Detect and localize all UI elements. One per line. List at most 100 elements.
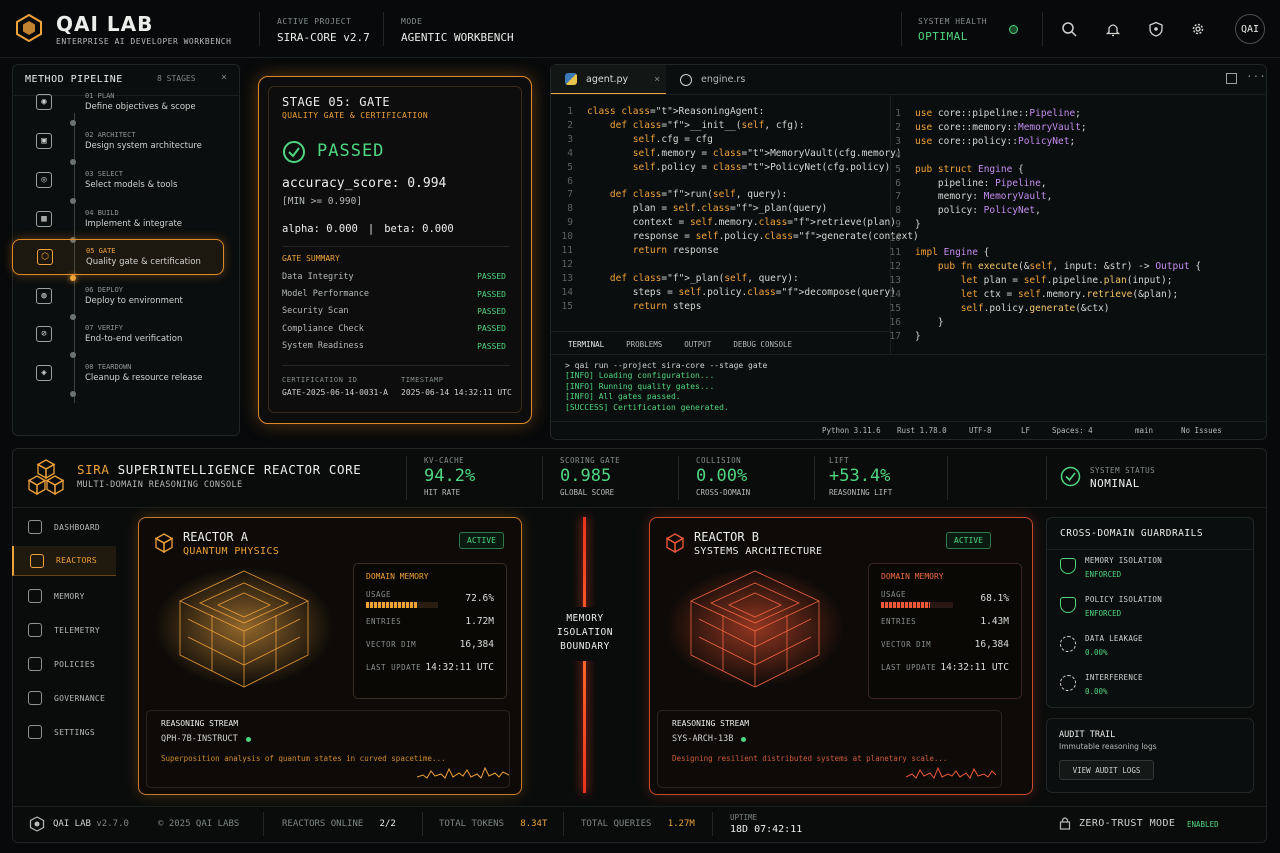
timeline-dot (70, 391, 76, 397)
mode-value[interactable]: AGENTIC WORKBENCH (401, 31, 514, 44)
status-item[interactable]: Rust 1.78.0 (897, 426, 947, 435)
split-editor-icon[interactable] (1226, 73, 1237, 84)
terminal-output[interactable]: > qai run --project sira-core --stage ga… (565, 361, 767, 413)
pipeline-stage-3[interactable]: ◎ 03 SELECT Select models & tools (12, 162, 224, 198)
reactor-a-status-badge: ACTIVE (459, 532, 504, 549)
status-item[interactable]: No Issues (1181, 426, 1222, 435)
usage-value: 72.6% (465, 593, 494, 604)
tab-label: agent.py (586, 73, 629, 85)
search-icon[interactable] (1061, 21, 1077, 37)
code-line: 2 def class="f">__init__(self, cfg): (567, 119, 805, 131)
guardrail-value: ENFORCED (1085, 570, 1122, 579)
memory-icon (28, 589, 42, 603)
bell-icon[interactable] (1105, 21, 1121, 37)
close-icon[interactable]: × (221, 72, 227, 83)
stream-title: REASONING STREAM (672, 719, 750, 728)
stream-title: REASONING STREAM (161, 719, 239, 728)
guardrail-name: DATA LEAKAGE (1085, 634, 1143, 643)
status-item[interactable]: Python 3.11.6 (822, 426, 881, 435)
governance-icon (28, 691, 42, 705)
terminal-tab[interactable]: TERMINAL (568, 340, 604, 349)
nav-item-reactors[interactable]: REACTORS (12, 546, 116, 576)
lock-icon (1059, 816, 1071, 830)
code-line: 6 pipeline: Pipeline, (895, 177, 1047, 189)
close-icon[interactable]: × (654, 74, 660, 85)
status-item[interactable]: LF (1021, 426, 1030, 435)
telemetry-icon (28, 623, 42, 637)
system-status-label: SYSTEM STATUS (1090, 466, 1156, 475)
code-line: 12 pub fn execute(&self, input: &str) ->… (889, 260, 1202, 272)
code-line: 10 (889, 233, 901, 245)
code-line: 7 def class="f">run(self, query): (567, 189, 788, 201)
blocked-icon (1060, 675, 1076, 691)
metric-label: LIFT (829, 456, 850, 465)
more-icon[interactable]: ··· (1246, 70, 1266, 83)
tab-agent-py[interactable]: agent.py × (551, 65, 666, 94)
zero-trust-state: ENABLED (1187, 820, 1219, 829)
stage-description: Quality gate & certification (86, 257, 201, 267)
stage-description: Select models & tools (85, 180, 178, 190)
avatar[interactable]: QAI (1235, 14, 1265, 44)
view-audit-logs-button[interactable]: VIEW AUDIT LOGS (1059, 760, 1154, 780)
footer-brand-name: QAI LAB (53, 819, 91, 829)
terminal-tab[interactable]: PROBLEMS (626, 340, 662, 349)
health-label: SYSTEM HEALTH (918, 17, 988, 26)
code-line: 14 steps = self.policy.class="f">decompo… (561, 286, 896, 298)
metric-value: +53.4% (829, 466, 891, 486)
nav-item-dashboard[interactable]: DASHBOARD (12, 512, 116, 542)
pipeline-stage-8[interactable]: ◈ 08 TEARDOWN Cleanup & resource release (12, 355, 224, 391)
reactors-online: REACTORS ONLINE 2/2 (282, 819, 396, 829)
core-title-accent: SIRA (77, 462, 110, 477)
gear-icon[interactable] (1190, 21, 1206, 37)
health-value: OPTIMAL (918, 30, 968, 43)
last-update-label: LAST UPDATE (881, 663, 937, 672)
status-item[interactable]: UTF-8 (969, 426, 992, 435)
terminal-tab[interactable]: DEBUG CONSOLE (733, 340, 792, 349)
tab-engine-rs[interactable]: engine.rs (666, 65, 776, 94)
project-label: ACTIVE PROJECT (277, 17, 352, 26)
usage-label: USAGE (881, 589, 907, 599)
brand-subtitle: ENTERPRISE AI DEVELOPER WORKBENCH (56, 37, 232, 46)
code-line: 1 class class="t">ReasoningAgent: (567, 106, 765, 117)
terminal-tab[interactable]: OUTPUT (684, 340, 711, 349)
pipeline-stage-7[interactable]: ⊘ 07 VERIFY End-to-end verification (12, 316, 224, 352)
code-line: 10 response = self.policy.class="f">gene… (561, 231, 919, 243)
stage-icon: ⊘ (36, 326, 52, 342)
pipeline-stage-5[interactable]: ⬡ 05 GATE Quality gate & certification (12, 239, 224, 275)
guardrail-item: MEMORY ISOLATION ENFORCED (1060, 556, 1162, 586)
metric-value: 94.2% (424, 466, 476, 486)
uptime-value: 18D 07:42:11 (730, 824, 803, 835)
pipeline-stage-2[interactable]: ▣ 02 ARCHITECT Design system architecture (12, 123, 224, 159)
reactor-a-name: REACTOR A (183, 530, 249, 544)
zero-trust-label: ZERO-TRUST MODE (1079, 818, 1176, 829)
check-name: Security Scan (282, 306, 349, 317)
metric-sub: CROSS-DOMAIN (696, 488, 751, 497)
pipeline-stage-4[interactable]: ▦ 04 BUILD Implement & integrate (12, 201, 224, 237)
status-item[interactable]: main (1135, 426, 1153, 435)
pipeline-stage-6[interactable]: ◍ 06 DEPLOY Deploy to environment (12, 278, 224, 314)
timestamp-label: TIMESTAMP (401, 376, 444, 384)
check-status: PASSED (477, 272, 506, 282)
nav-item-policies[interactable]: POLICIES (12, 649, 116, 679)
nav-item-memory[interactable]: MEMORY (12, 581, 116, 611)
code-line: 12 (561, 258, 573, 270)
python-code[interactable]: 1 class class="t">ReasoningAgent: 2 def cl… (551, 105, 919, 314)
nav-item-settings[interactable]: SETTINGS (12, 717, 116, 747)
stage-number: 02 ARCHITECT (85, 131, 136, 139)
alpha-beta-separator: | (367, 223, 375, 235)
total-tokens-label: TOTAL TOKENS (439, 819, 505, 829)
project-name[interactable]: SIRA-CORE v2.7 (277, 31, 370, 44)
check-status: PASSED (477, 289, 506, 299)
nav-item-governance[interactable]: GOVERNANCE (12, 683, 116, 713)
code-line: 17} (889, 330, 921, 342)
nav-label: SETTINGS (54, 727, 95, 737)
terminal-line: > qai run --project sira-core --stage ga… (565, 361, 768, 370)
rust-code[interactable]: 1 use core::pipeline::Pipeline; 2 use core:… (879, 107, 1202, 343)
pipeline-stage-1[interactable]: ◉ 01 PLAN Define objectives & scope (12, 84, 224, 120)
status-item[interactable]: Spaces: 4 (1052, 426, 1093, 435)
nav-item-telemetry[interactable]: TELEMETRY (12, 615, 116, 645)
health-dot (1009, 25, 1018, 34)
stage-description: End-to-end verification (85, 334, 183, 344)
shield-icon[interactable] (1148, 21, 1164, 37)
code-line: 3 self.cfg = cfg (567, 133, 713, 145)
